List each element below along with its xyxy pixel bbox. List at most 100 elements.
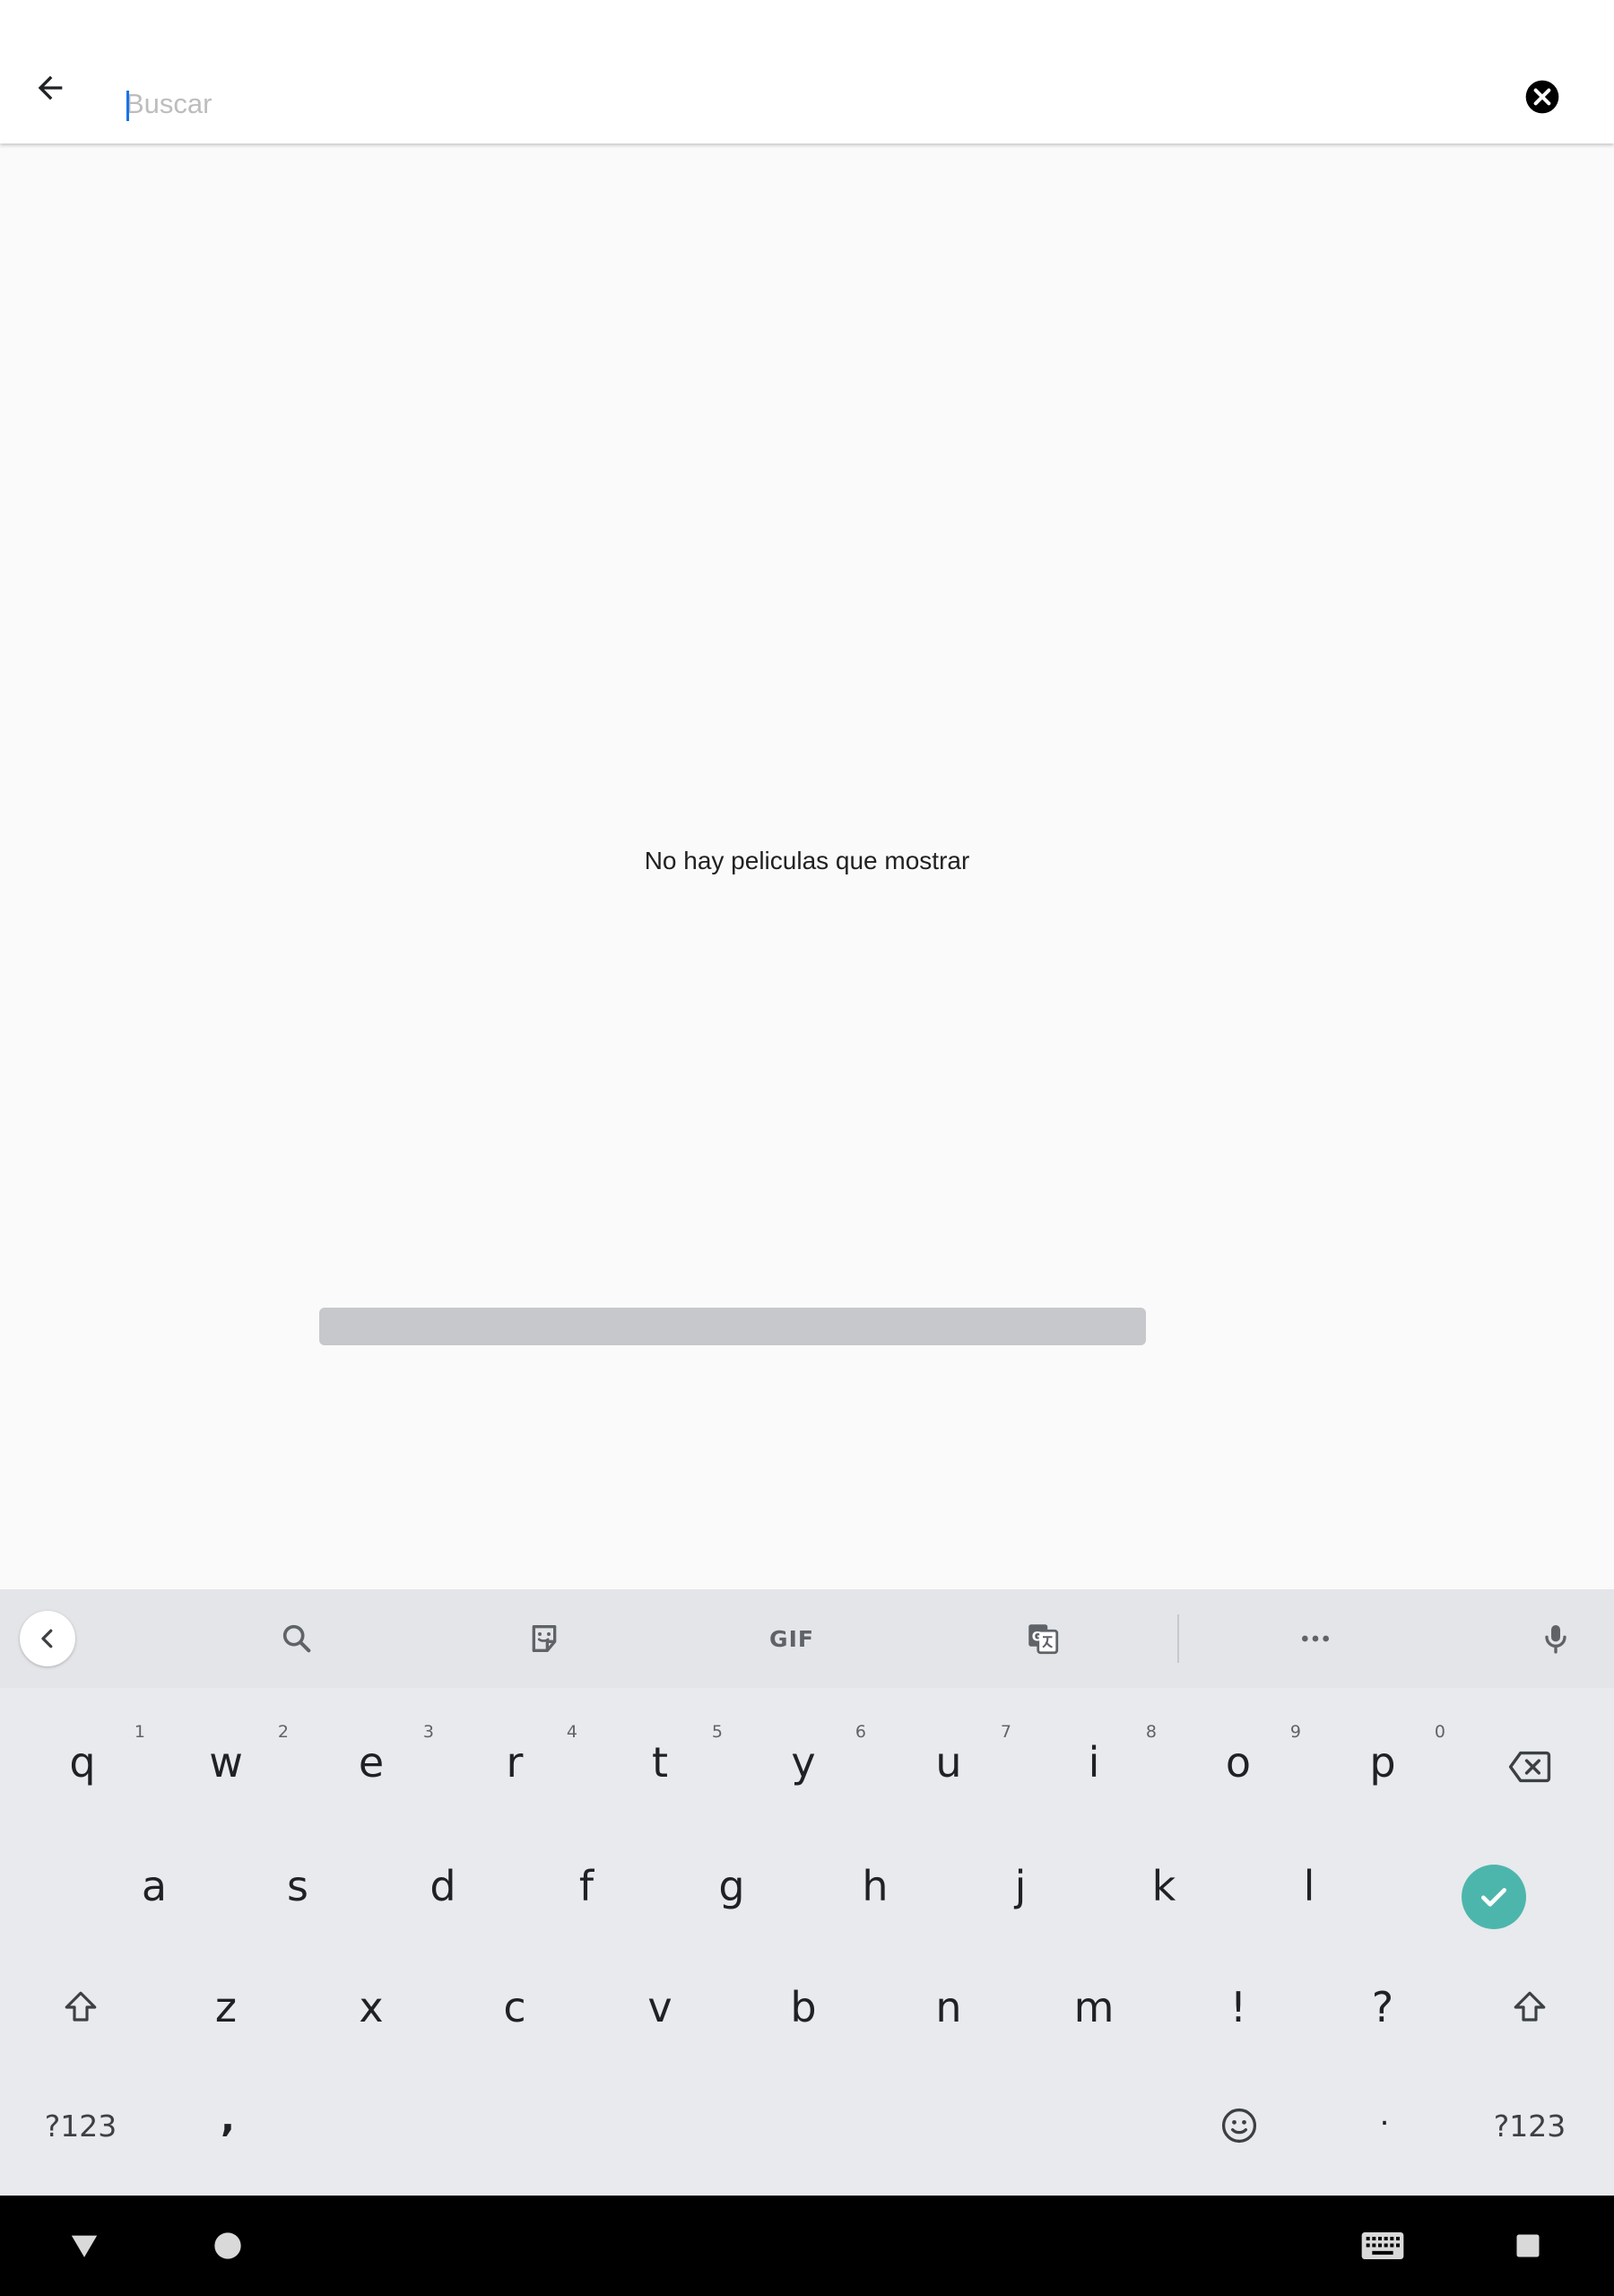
key-label: g bbox=[718, 1862, 745, 1910]
recents-square-icon bbox=[1516, 2234, 1540, 2257]
voice-input-button[interactable] bbox=[1528, 1611, 1584, 1666]
sticker-button[interactable] bbox=[516, 1611, 572, 1666]
key-s[interactable]: s bbox=[262, 1846, 334, 1926]
key-k[interactable]: k bbox=[1128, 1846, 1200, 1926]
key-j[interactable]: j bbox=[985, 1846, 1056, 1926]
key-hint: 1 bbox=[134, 1722, 145, 1742]
key-label: v bbox=[647, 1983, 672, 2031]
keyboard-toolbar: GIF G bbox=[0, 1589, 1614, 1688]
key-e[interactable]: e3 bbox=[335, 1722, 434, 1803]
key-label: b bbox=[790, 1983, 817, 2031]
key-t[interactable]: t5 bbox=[624, 1722, 723, 1803]
emoji-key[interactable] bbox=[1203, 2090, 1275, 2161]
key-label: m bbox=[1073, 1983, 1115, 2031]
key-u[interactable]: u7 bbox=[913, 1722, 1011, 1803]
key-x[interactable]: x bbox=[335, 1967, 407, 2048]
keyboard-search-button[interactable] bbox=[269, 1611, 325, 1666]
nav-back-button[interactable] bbox=[56, 2217, 113, 2274]
key-label: y bbox=[791, 1738, 816, 1787]
keyboard-collapse-button[interactable] bbox=[20, 1611, 75, 1666]
close-circle-icon bbox=[1525, 80, 1559, 114]
sticker-icon bbox=[532, 1625, 557, 1652]
nav-home-button[interactable] bbox=[199, 2217, 256, 2274]
key-f[interactable]: f bbox=[551, 1846, 622, 1926]
key-label: h bbox=[862, 1862, 889, 1910]
shift-key-left[interactable] bbox=[45, 1971, 117, 2043]
backspace-icon bbox=[1508, 1751, 1551, 1783]
key-z[interactable]: z bbox=[190, 1967, 262, 2048]
key-comma[interactable]: , bbox=[192, 2083, 264, 2154]
key-label: ?123 bbox=[44, 2108, 117, 2144]
gif-button[interactable]: GIF bbox=[765, 1611, 819, 1666]
key-label: k bbox=[1151, 1862, 1176, 1910]
key-l[interactable]: l bbox=[1273, 1846, 1345, 1926]
key-y[interactable]: y6 bbox=[768, 1722, 866, 1803]
key-o[interactable]: o9 bbox=[1202, 1722, 1301, 1803]
key-i[interactable]: i8 bbox=[1058, 1722, 1157, 1803]
key-p[interactable]: p0 bbox=[1347, 1722, 1445, 1803]
key-v[interactable]: v bbox=[624, 1967, 696, 2048]
keyboard-switcher-button[interactable] bbox=[1354, 2217, 1411, 2274]
search-input[interactable] bbox=[126, 79, 1471, 129]
key-hint: 3 bbox=[422, 1722, 434, 1742]
key-a[interactable]: a bbox=[118, 1846, 190, 1926]
key-r[interactable]: r4 bbox=[479, 1722, 577, 1803]
key-label: r bbox=[506, 1738, 524, 1787]
key-b[interactable]: b bbox=[768, 1967, 839, 2048]
key-label: t bbox=[651, 1738, 669, 1787]
svg-text:G: G bbox=[1032, 1631, 1043, 1645]
key-n[interactable]: n bbox=[913, 1967, 985, 2048]
backspace-key[interactable] bbox=[1494, 1731, 1566, 1803]
key-label: ! bbox=[1229, 1983, 1247, 2031]
key-label: j bbox=[1014, 1862, 1027, 1910]
key-label: x bbox=[359, 1983, 384, 2031]
key-hint: 9 bbox=[1289, 1722, 1301, 1742]
key-label: e bbox=[358, 1738, 385, 1787]
key-g[interactable]: g bbox=[696, 1846, 768, 1926]
key-h[interactable]: h bbox=[839, 1846, 911, 1926]
key-label: ?123 bbox=[1493, 2108, 1566, 2144]
back-button[interactable] bbox=[20, 57, 81, 118]
symbols-key-left[interactable]: ?123 bbox=[27, 2090, 134, 2161]
key-label: z bbox=[214, 1983, 238, 2031]
key-hint: 0 bbox=[1434, 1722, 1445, 1742]
text-cursor bbox=[126, 91, 129, 121]
key-label: o bbox=[1225, 1738, 1252, 1787]
search-app-bar bbox=[0, 0, 1614, 144]
enter-key[interactable] bbox=[1462, 1865, 1526, 1929]
key-hint: 5 bbox=[711, 1722, 723, 1742]
translate-button[interactable]: G bbox=[1015, 1611, 1071, 1666]
key-label: s bbox=[287, 1862, 308, 1910]
more-icon bbox=[1302, 1635, 1329, 1642]
key-m[interactable]: m bbox=[1058, 1967, 1130, 2048]
key-question[interactable]: ? bbox=[1347, 1967, 1419, 2048]
key-c[interactable]: c bbox=[479, 1967, 551, 2048]
empty-state-message: No hay peliculas que mostrar bbox=[644, 847, 970, 874]
emoji-icon bbox=[1221, 2108, 1257, 2144]
space-key[interactable] bbox=[319, 1308, 1146, 1345]
key-w[interactable]: w2 bbox=[190, 1722, 289, 1803]
key-q[interactable]: q1 bbox=[47, 1722, 145, 1803]
key-label: f bbox=[578, 1862, 594, 1910]
keyboard-icon bbox=[1361, 2232, 1404, 2259]
nav-recents-button[interactable] bbox=[1499, 2217, 1557, 2274]
key-label: q bbox=[69, 1738, 96, 1787]
key-label: i bbox=[1088, 1738, 1100, 1787]
clear-button[interactable] bbox=[1521, 75, 1564, 118]
symbols-key-right[interactable]: ?123 bbox=[1476, 2090, 1584, 2161]
shift-key-right[interactable] bbox=[1494, 1971, 1566, 2043]
key-label: , bbox=[221, 2096, 235, 2140]
key-period[interactable]: . bbox=[1349, 2079, 1420, 2151]
key-label: c bbox=[503, 1983, 526, 2031]
key-label: . bbox=[1379, 2097, 1390, 2133]
more-options-button[interactable] bbox=[1288, 1611, 1343, 1666]
key-exclamation[interactable]: ! bbox=[1202, 1967, 1274, 2048]
key-label: w bbox=[209, 1738, 243, 1787]
arrow-back-icon bbox=[38, 75, 63, 100]
search-icon bbox=[282, 1624, 311, 1653]
key-d[interactable]: d bbox=[407, 1846, 479, 1926]
translate-icon: G bbox=[1028, 1624, 1059, 1655]
back-triangle-icon bbox=[71, 2235, 98, 2257]
key-hint: 8 bbox=[1145, 1722, 1157, 1742]
home-circle-icon bbox=[214, 2232, 241, 2259]
